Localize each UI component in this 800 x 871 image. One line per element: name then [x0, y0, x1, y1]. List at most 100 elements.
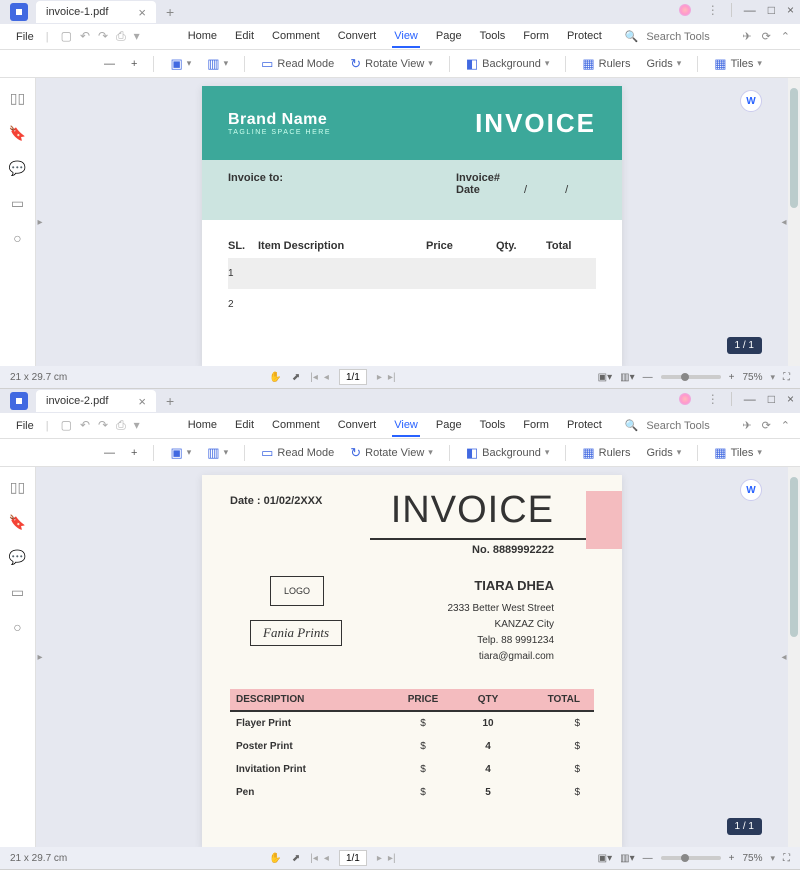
undo-icon[interactable]: ↶ [80, 29, 90, 44]
fit-icon[interactable]: ▣▾ [598, 853, 612, 864]
next-page-icon[interactable]: ▸ [377, 372, 382, 383]
menu-comment[interactable]: Comment [270, 26, 322, 48]
thumbnails-icon[interactable]: ▯▯ [10, 479, 25, 496]
document-canvas[interactable]: W 1 / 1 Date : 01/02/2XXX INVOICE No. 88… [44, 467, 780, 847]
zoom-slider[interactable] [661, 375, 721, 379]
left-handle[interactable]: ▸ [36, 78, 44, 366]
vertical-scrollbar[interactable] [788, 467, 800, 847]
vertical-scrollbar[interactable] [788, 78, 800, 366]
redo-icon[interactable]: ↷ [98, 418, 108, 433]
tiles-button[interactable]: ▦Tiles▾ [710, 54, 766, 74]
rulers-button[interactable]: ▦Rulers [578, 443, 634, 463]
last-page-icon[interactable]: ▸| [388, 853, 396, 864]
layout-button[interactable]: ▥▾ [203, 443, 232, 463]
fit-icon[interactable]: ▣▾ [598, 372, 612, 383]
cloud-icon[interactable]: ⟳ [762, 419, 771, 432]
right-handle[interactable]: ◂ [780, 78, 788, 366]
hand-tool-icon[interactable]: ✋ [269, 853, 281, 864]
search-input[interactable] [646, 420, 726, 432]
more-icon[interactable]: ⋮ [707, 3, 719, 17]
zoom-out-icon[interactable]: — [643, 853, 653, 864]
fit-page-button[interactable]: ▣▾ [166, 54, 195, 74]
right-handle[interactable]: ◂ [780, 467, 788, 847]
zoom-slider[interactable] [661, 856, 721, 860]
rotate-button[interactable]: ↻Rotate View▾ [346, 443, 437, 463]
prev-page-icon[interactable]: ◂ [324, 853, 329, 864]
menu-edit[interactable]: Edit [233, 26, 256, 48]
menu-tools[interactable]: Tools [478, 415, 508, 437]
layout-icon[interactable]: ▥▾ [620, 853, 634, 864]
word-badge-icon[interactable]: W [740, 479, 762, 501]
open-icon[interactable]: ▢ [61, 418, 72, 433]
menu-protect[interactable]: Protect [565, 26, 604, 48]
menu-view[interactable]: View [392, 26, 420, 48]
tab-invoice-1[interactable]: invoice-1.pdf × [36, 1, 156, 23]
menu-convert[interactable]: Convert [336, 415, 379, 437]
menu-convert[interactable]: Convert [336, 26, 379, 48]
zoom-in-icon[interactable]: + [729, 853, 735, 864]
rotate-button[interactable]: ↻Rotate View▾ [346, 54, 437, 74]
attachment-icon[interactable]: ▭ [11, 195, 24, 212]
bookmark-icon[interactable]: 🔖 [9, 125, 26, 142]
menu-form[interactable]: Form [521, 26, 551, 48]
page-input[interactable] [339, 850, 367, 866]
attachment-icon[interactable]: ▭ [11, 584, 24, 601]
search-icon[interactable]: 🔍 [625, 30, 639, 43]
menu-view[interactable]: View [392, 415, 420, 437]
zoom-out-button[interactable]: — [100, 445, 119, 461]
select-tool-icon[interactable]: ⬈ [292, 853, 300, 864]
undo-icon[interactable]: ↶ [80, 418, 90, 433]
read-mode-button[interactable]: ▭Read Mode [257, 54, 338, 74]
rulers-button[interactable]: ▦Rulers [578, 54, 634, 74]
cloud-icon[interactable]: ⟳ [762, 30, 771, 43]
grids-button[interactable]: Grids▾ [642, 56, 685, 72]
minimize-button[interactable]: — [744, 392, 756, 406]
select-tool-icon[interactable]: ⬈ [292, 372, 300, 383]
file-menu[interactable]: File [10, 29, 40, 45]
fit-page-button[interactable]: ▣▾ [166, 443, 195, 463]
zoom-in-icon[interactable]: + [729, 372, 735, 383]
word-badge-icon[interactable]: W [740, 90, 762, 112]
menu-page[interactable]: Page [434, 415, 464, 437]
zoom-chevron[interactable]: ▾ [770, 372, 775, 383]
zoom-in-button[interactable]: + [127, 445, 141, 461]
page-input[interactable] [339, 369, 367, 385]
close-button[interactable]: × [787, 3, 794, 17]
search-panel-icon[interactable]: ○ [13, 230, 21, 246]
next-page-icon[interactable]: ▸ [377, 853, 382, 864]
more-icon[interactable]: ⋮ [707, 392, 719, 406]
chevron-icon[interactable]: ⌃ [781, 419, 790, 432]
last-page-icon[interactable]: ▸| [388, 372, 396, 383]
menu-home[interactable]: Home [186, 415, 219, 437]
maximize-button[interactable]: □ [768, 3, 775, 17]
maximize-button[interactable]: □ [768, 392, 775, 406]
send-icon[interactable]: ✈ [742, 419, 751, 432]
profile-icon[interactable] [679, 393, 691, 405]
hand-tool-icon[interactable]: ✋ [269, 372, 281, 383]
first-page-icon[interactable]: |◂ [310, 372, 318, 383]
search-icon[interactable]: 🔍 [625, 419, 639, 432]
profile-icon[interactable] [679, 4, 691, 16]
left-handle[interactable]: ▸ [36, 467, 44, 847]
search-input[interactable] [646, 31, 726, 43]
menu-edit[interactable]: Edit [233, 415, 256, 437]
add-tab-button[interactable]: + [166, 393, 174, 409]
zoom-out-button[interactable]: — [100, 56, 119, 72]
tiles-button[interactable]: ▦Tiles▾ [710, 443, 766, 463]
add-tab-button[interactable]: + [166, 4, 174, 20]
redo-icon[interactable]: ↷ [98, 29, 108, 44]
menu-page[interactable]: Page [434, 26, 464, 48]
close-button[interactable]: × [787, 392, 794, 406]
menu-home[interactable]: Home [186, 26, 219, 48]
fullscreen-icon[interactable]: ⛶ [783, 372, 790, 383]
zoom-out-icon[interactable]: — [643, 372, 653, 383]
comment-icon[interactable]: 💬 [9, 160, 26, 177]
zoom-chevron[interactable]: ▾ [770, 853, 775, 864]
file-menu[interactable]: File [10, 418, 40, 434]
menu-protect[interactable]: Protect [565, 415, 604, 437]
layout-button[interactable]: ▥▾ [203, 54, 232, 74]
fullscreen-icon[interactable]: ⛶ [783, 853, 790, 864]
print-icon[interactable]: ⎙ [116, 418, 126, 433]
read-mode-button[interactable]: ▭Read Mode [257, 443, 338, 463]
tab-invoice-2[interactable]: invoice-2.pdf × [36, 390, 156, 412]
